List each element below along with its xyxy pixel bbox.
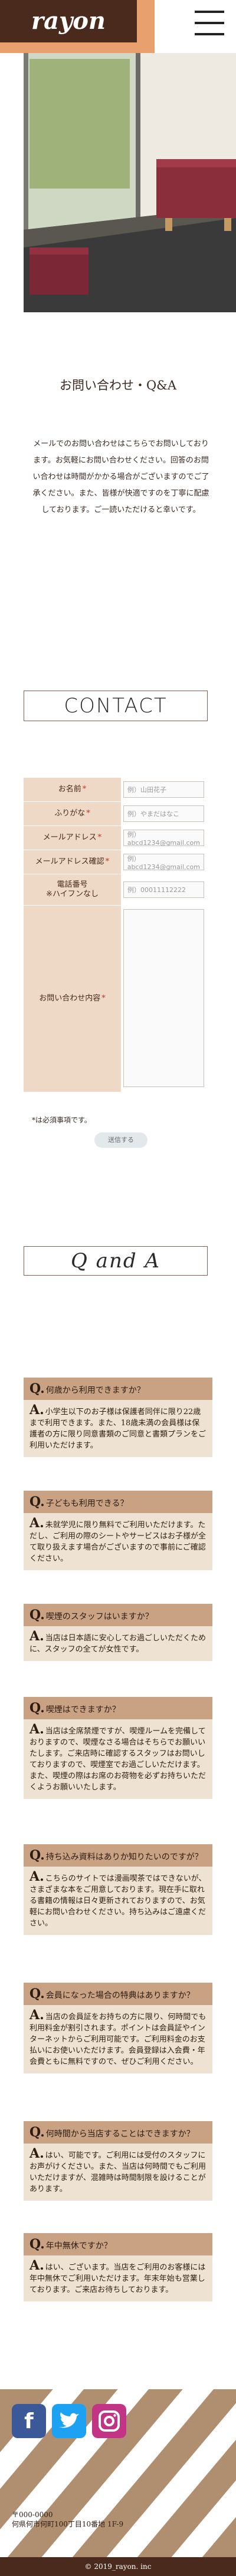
- phone-input[interactable]: 例）00011112222: [123, 881, 204, 898]
- address-street: 何県何市何町100丁目10番地 1F-9: [12, 2520, 124, 2528]
- email-input[interactable]: 例）abcd1234@gmail.com: [123, 830, 204, 847]
- qa-question: Q. 会員になった場合の特典はありますか？: [24, 1983, 212, 2005]
- qa-answer: A. 小学生以下のお子様は保護者同伴に限り22歳まで利用できます。また、18歳未満…: [24, 1400, 212, 1457]
- page-title: お問い合わせ・Q&A: [59, 378, 177, 392]
- field-label-email-confirm: メールアドレス確認 *: [24, 850, 121, 874]
- field-label-phone: 電話番号 ※ハイフンなし: [24, 874, 121, 905]
- contact-form: お名前 * 例）山田花子 ふりがな * 例）やまだはなこ メールアドレス * 例）ab…: [24, 778, 206, 1092]
- send-button[interactable]: 送信する: [94, 1132, 148, 1148]
- form-row-message: お問い合わせ内容 *: [24, 906, 206, 1092]
- qa-answer: A. 未就学児に限り無料でご利用いただけます。ただし、ご利用の際のシートやサービス…: [24, 1513, 212, 1570]
- field-label-email: メールアドレス *: [24, 826, 121, 850]
- message-textarea[interactable]: [123, 909, 204, 1087]
- qa-question: Q. 持ち込み資料はありか知りたいのですが？: [24, 1844, 212, 1867]
- qa-question: Q. 年中無休ですか？: [24, 2233, 212, 2255]
- qa-answer: A. 当店は日本語に安心してお過ごしいただくために、スタッフの全てが女性です。: [24, 1626, 212, 1661]
- email-confirm-input[interactable]: 例）abcd1234@gmail.com: [123, 854, 204, 871]
- site-logo[interactable]: rayon: [0, 0, 137, 42]
- qa-question: Q. 何歳から利用できますか？: [24, 1378, 212, 1400]
- qa-item: Q. 何歳から利用できますか？ A. 小学生以下のお子様は保護者同伴に限り22歳まで…: [24, 1378, 212, 1457]
- hero-image: [24, 53, 236, 312]
- footer-address: 〒000-0000 何県何市何町100丁目10番地 1F-9: [12, 2510, 123, 2529]
- qa-question: Q. 何時間から当店することはできますか？: [24, 2121, 212, 2144]
- qa-item: Q. 何時間から当店することはできますか？ A. はい、可能です。ご利用には受付のス…: [24, 2121, 212, 2201]
- form-row-email: メールアドレス * 例）abcd1234@gmail.com: [24, 826, 206, 850]
- address-postal: 〒000-0000: [12, 2511, 53, 2519]
- qa-answer: A. 当店の会員証をお持ちの方に限り、何時間でも利用料金が割引されます。ポイントは…: [24, 2005, 212, 2073]
- qa-answer: A. はい、可能です。ご利用には受付のスタッフにお声がけください。また、当店は何時…: [24, 2144, 212, 2201]
- qa-item: Q. 年中無休ですか？ A. はい、ございます。当店をご利用のお客様には年中無休でご…: [24, 2233, 212, 2301]
- social-links: f: [12, 2404, 126, 2438]
- hamburger-menu-icon[interactable]: [195, 8, 224, 38]
- copyright: © 2019_rayon. inc: [0, 2557, 236, 2576]
- form-row-kana: ふりがな * 例）やまだはなこ: [24, 802, 206, 826]
- qa-heading: Q and A: [24, 1246, 208, 1276]
- page-lead-text: メールでのお問い合わせはこちらでお問いしております。お気軽にお問い合わせください…: [32, 440, 209, 514]
- qa-answer: A. こちらのサイトでは漫画喫茶ではできないが、さまざまな本をご用意しております。…: [24, 1867, 212, 1935]
- required-note: *は必須事項です。: [32, 1116, 91, 1124]
- qa-item: Q. 会員になった場合の特典はありますか？ A. 当店の会員証をお持ちの方に限り、何…: [24, 1983, 212, 2073]
- qa-question: Q. 喫煙のスタッフはいますか？: [24, 1604, 212, 1626]
- contact-heading: CONTACT: [24, 691, 208, 721]
- facebook-icon[interactable]: f: [12, 2404, 46, 2438]
- qa-item: Q. 喫煙はできますか？ A. 当店は全席禁煙ですが、喫煙ルームを完備しておりますの…: [24, 1697, 212, 1799]
- instagram-icon[interactable]: [92, 2404, 126, 2438]
- kana-input[interactable]: 例）やまだはなこ: [123, 805, 204, 822]
- qa-question: Q. 喫煙はできますか？: [24, 1697, 212, 1719]
- qa-item: Q. 持ち込み資料はありか知りたいのですが？ A. こちらのサイトでは漫画喫茶ではで…: [24, 1844, 212, 1935]
- qa-answer: A. 当店は全席禁煙ですが、喫煙ルームを完備しておりますので、喫煙なさる場合はそち…: [24, 1719, 212, 1799]
- twitter-icon[interactable]: [52, 2404, 86, 2438]
- form-row-email-confirm: メールアドレス確認 * 例）abcd1234@gmail.com: [24, 850, 206, 874]
- form-row-name: お名前 * 例）山田花子: [24, 778, 206, 802]
- field-label-kana: ふりがな *: [24, 802, 121, 825]
- name-input[interactable]: 例）山田花子: [123, 781, 204, 798]
- field-label-message: お問い合わせ内容 *: [24, 906, 121, 1092]
- qa-answer: A. はい、ございます。当店をご利用のお客様には年中無休でご利用いただけます。年末…: [24, 2255, 212, 2301]
- form-row-phone: 電話番号 ※ハイフンなし 例）00011112222: [24, 874, 206, 906]
- field-label-name: お名前 *: [24, 778, 121, 801]
- qa-question: Q. 子どもも利用できる？: [24, 1491, 212, 1513]
- qa-item: Q. 子どもも利用できる？ A. 未就学児に限り無料でご利用いただけます。ただし、ご…: [24, 1491, 212, 1570]
- qa-item: Q. 喫煙のスタッフはいますか？ A. 当店は日本語に安心してお過ごしいただくために…: [24, 1604, 212, 1661]
